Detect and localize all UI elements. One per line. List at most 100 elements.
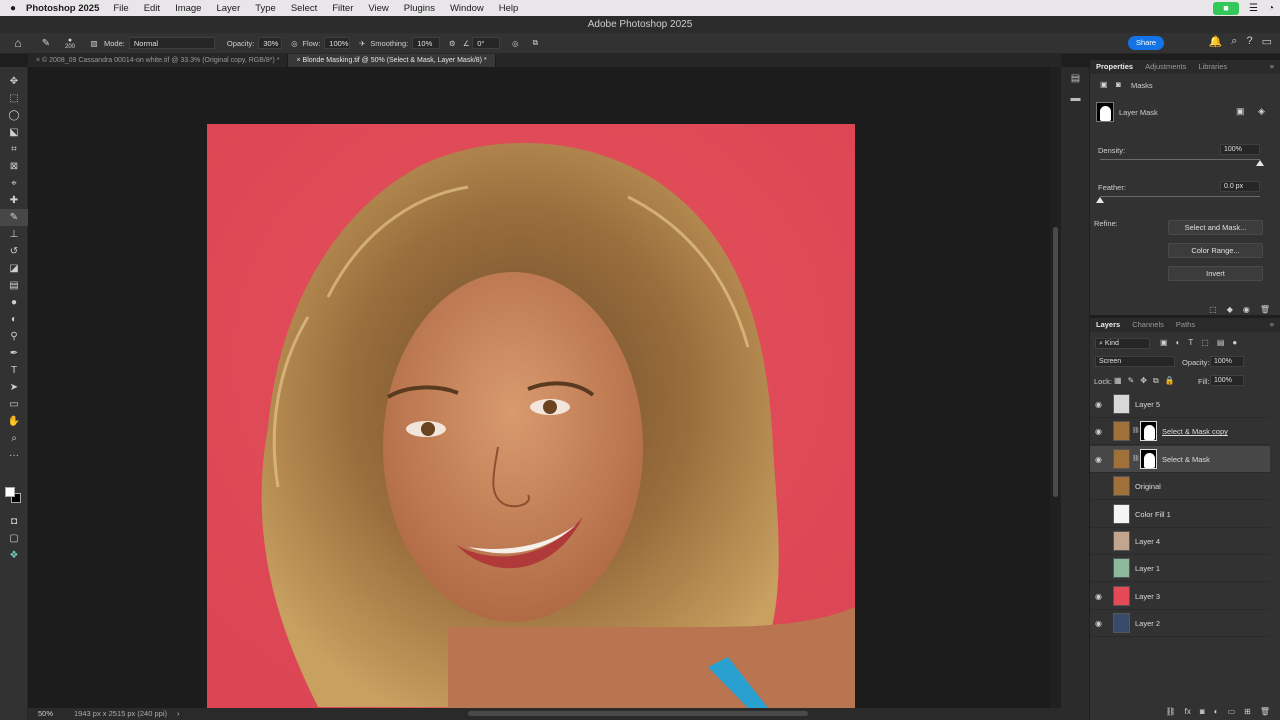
- canvas-area[interactable]: [28, 67, 1050, 708]
- layer-row[interactable]: ◉ Layer 2: [1090, 610, 1270, 638]
- symmetry-icon[interactable]: ⧉: [526, 38, 544, 48]
- apply-mask-icon[interactable]: ◆: [1227, 305, 1233, 314]
- hand-tool-icon[interactable]: ✋: [0, 413, 28, 430]
- doc-tab-blonde-masking[interactable]: × Blonde Masking.tif @ 50% (Select & Mas…: [288, 54, 496, 67]
- visibility-eye-icon[interactable]: ◉: [1095, 455, 1102, 464]
- zoom-level[interactable]: 50%: [28, 708, 68, 720]
- angle-field[interactable]: 0°: [472, 37, 501, 49]
- mode-select[interactable]: Normal: [128, 37, 215, 49]
- layer-row[interactable]: Color Fill 1: [1090, 501, 1270, 528]
- layer-opacity-field[interactable]: 100%: [1210, 356, 1244, 367]
- smart-object-filter-icon[interactable]: ▤: [1217, 338, 1225, 347]
- bell-icon[interactable]: 🔔: [1209, 35, 1223, 48]
- search-icon[interactable]: ⌕: [1231, 35, 1237, 48]
- pen-tool-icon[interactable]: ✒: [0, 345, 28, 362]
- mask-link-icon[interactable]: ⛓: [1132, 455, 1140, 462]
- tab-adjustments[interactable]: Adjustments: [1139, 60, 1192, 74]
- smoothing-field[interactable]: 10%: [412, 37, 441, 49]
- chevron-right-icon[interactable]: ›: [167, 708, 180, 720]
- add-mask-icon[interactable]: ◙: [1200, 707, 1205, 716]
- menu-file[interactable]: File: [113, 3, 128, 14]
- tab-layers[interactable]: Layers: [1090, 318, 1126, 332]
- layer-name[interactable]: Layer 4: [1135, 537, 1160, 546]
- select-pixel-mask-icon[interactable]: ▣: [1236, 106, 1245, 117]
- vector-mask-icon[interactable]: ◙: [1116, 80, 1121, 89]
- type-filter-icon[interactable]: T: [1188, 338, 1193, 347]
- zoom-tool-icon[interactable]: ⌕: [0, 430, 28, 447]
- horizontal-scroll-thumb[interactable]: [468, 711, 808, 716]
- visibility-icon[interactable]: ◉: [1243, 305, 1250, 314]
- lock-artboard-icon[interactable]: ⧉: [1153, 376, 1159, 386]
- add-vector-mask-icon[interactable]: ◈: [1258, 106, 1265, 117]
- adjustment-filter-icon[interactable]: ◐: [1176, 338, 1181, 347]
- close-icon[interactable]: ×: [36, 57, 40, 64]
- menu-type[interactable]: Type: [255, 3, 276, 14]
- layer-row[interactable]: ◉ ⛓ Select & Mask: [1090, 445, 1270, 473]
- feather-slider[interactable]: [1100, 196, 1260, 197]
- layer-row[interactable]: ◉ Layer 3: [1090, 583, 1270, 610]
- menu-select[interactable]: Select: [291, 3, 317, 14]
- blend-mode-select[interactable]: Screen: [1095, 356, 1175, 367]
- menu-image[interactable]: Image: [175, 3, 201, 14]
- history-panel-icon[interactable]: ▤: [1061, 69, 1090, 89]
- layer-mask-thumbnail[interactable]: [1140, 448, 1157, 469]
- feather-slider-knob[interactable]: [1096, 197, 1104, 203]
- trash-icon[interactable]: 🗑: [1260, 707, 1270, 716]
- lock-transparency-icon[interactable]: ▦: [1114, 376, 1122, 386]
- doc-tab-cassandra[interactable]: × © 2008_09 Cassandra 00014-on white.tif…: [28, 54, 289, 67]
- brush-settings-icon[interactable]: ▨: [84, 39, 104, 48]
- layer-row[interactable]: Original: [1090, 473, 1270, 501]
- density-slider-knob[interactable]: [1256, 160, 1264, 166]
- layer-row[interactable]: Layer 1: [1090, 555, 1270, 583]
- menu-view[interactable]: View: [368, 3, 388, 14]
- layer-name[interactable]: Layer 2: [1135, 619, 1160, 628]
- menu-window[interactable]: Window: [450, 3, 484, 14]
- pressure-opacity-icon[interactable]: ◎: [286, 39, 302, 48]
- foreground-color-swatch[interactable]: [5, 487, 15, 497]
- pixel-filter-icon[interactable]: ▣: [1160, 338, 1168, 347]
- eraser-tool-icon[interactable]: ◪: [0, 260, 28, 277]
- layer-row[interactable]: ◉ Layer 5: [1090, 391, 1270, 418]
- brush-tool-icon[interactable]: ✎: [0, 209, 28, 226]
- opacity-field[interactable]: 30%: [258, 37, 283, 49]
- layer-name[interactable]: Original: [1135, 482, 1161, 491]
- lock-position-icon[interactable]: ✥: [1140, 376, 1147, 386]
- adjustment-layer-icon[interactable]: ◐: [1214, 707, 1219, 716]
- scroll-thumb[interactable]: [1053, 227, 1058, 497]
- apple-menu-icon[interactable]: ●: [0, 3, 26, 14]
- tab-channels[interactable]: Channels: [1126, 318, 1170, 332]
- layer-name[interactable]: Color Fill 1: [1135, 510, 1171, 519]
- visibility-eye-icon[interactable]: ◉: [1095, 592, 1102, 601]
- vertical-scrollbar[interactable]: [1050, 67, 1061, 708]
- help-icon[interactable]: ?: [1246, 35, 1252, 48]
- menu-help[interactable]: Help: [499, 3, 519, 14]
- quick-mask-icon[interactable]: ◘: [0, 513, 28, 530]
- brush-tool-preset-icon[interactable]: ✎: [36, 38, 56, 49]
- path-selection-tool-icon[interactable]: ➤: [0, 379, 28, 396]
- crop-tool-icon[interactable]: ⌗: [0, 141, 28, 158]
- generative-icon[interactable]: ❖: [0, 547, 28, 564]
- rectangle-tool-icon[interactable]: ▭: [0, 396, 28, 413]
- visibility-eye-icon[interactable]: ◉: [1095, 619, 1102, 628]
- gradient-tool-icon[interactable]: ▤: [0, 277, 28, 294]
- marquee-tool-icon[interactable]: ⬚: [0, 90, 28, 107]
- new-layer-icon[interactable]: ⊞: [1244, 707, 1251, 716]
- flow-field[interactable]: 100%: [324, 37, 351, 49]
- layer-filter-kind[interactable]: ⌕ Kind: [1095, 338, 1150, 349]
- control-center-icon[interactable]: ☰: [1249, 3, 1258, 14]
- layer-style-icon[interactable]: fx: [1185, 707, 1191, 716]
- layer-mask-thumbnail[interactable]: [1140, 421, 1157, 442]
- menu-plugins[interactable]: Plugins: [404, 3, 435, 14]
- layer-name[interactable]: Select & Mask: [1162, 455, 1210, 464]
- more-tools-icon[interactable]: ···: [0, 447, 28, 464]
- load-selection-icon[interactable]: ⬚: [1209, 305, 1217, 314]
- brush-size-picker[interactable]: ● 200: [56, 37, 84, 51]
- eyedropper-tool-icon[interactable]: ⌖: [0, 175, 28, 192]
- layer-name[interactable]: Layer 3: [1135, 592, 1160, 601]
- home-icon[interactable]: ⌂: [0, 36, 36, 50]
- density-slider[interactable]: [1100, 159, 1260, 160]
- healing-brush-tool-icon[interactable]: ✚: [0, 192, 28, 209]
- lock-all-icon[interactable]: 🔒: [1165, 376, 1175, 386]
- filter-toggle-icon[interactable]: ●: [1232, 338, 1237, 347]
- airbrush-icon[interactable]: ✈: [354, 39, 370, 48]
